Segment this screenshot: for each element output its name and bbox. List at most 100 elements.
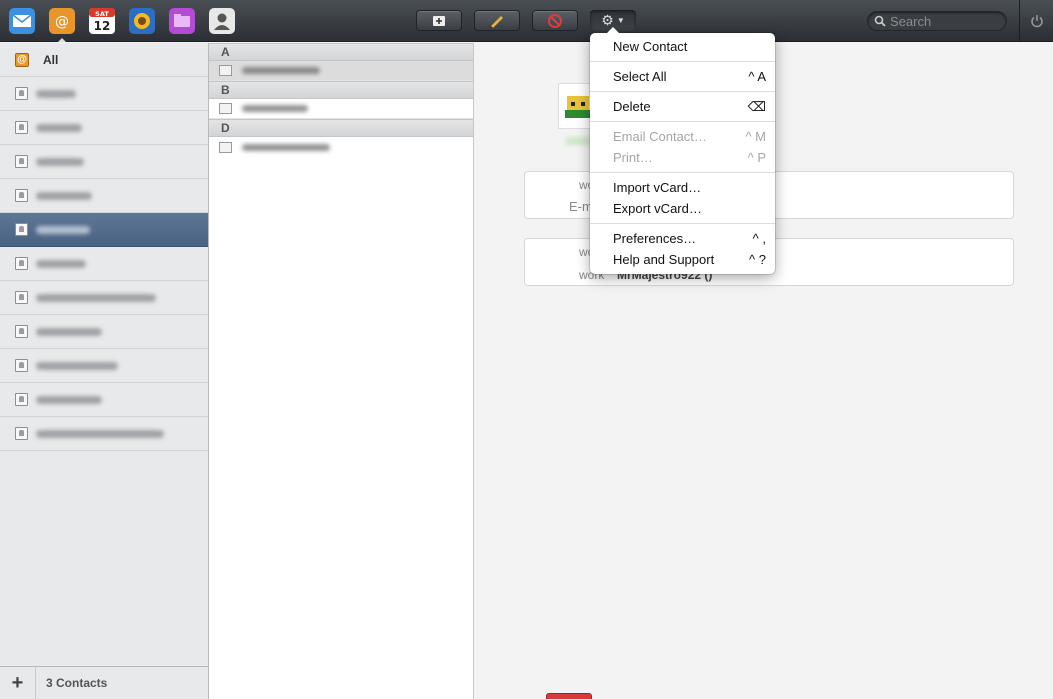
power-icon: [1030, 15, 1043, 28]
menu-separator: [590, 61, 775, 62]
group-item[interactable]: [0, 145, 208, 179]
group-item[interactable]: [0, 417, 208, 451]
svg-text:@: @: [55, 14, 69, 30]
search-field[interactable]: [867, 11, 1007, 31]
group-item[interactable]: [0, 315, 208, 349]
add-card-icon: [433, 15, 445, 26]
menu-item-shortcut: ^ P: [747, 150, 766, 165]
group-card-icon: [15, 87, 28, 100]
account-app-icon[interactable]: [209, 8, 235, 34]
menu-item-select-all[interactable]: Select All ^ A: [590, 66, 775, 87]
contact-card-icon: [219, 65, 232, 76]
group-card-icon: [15, 291, 28, 304]
group-item[interactable]: [0, 247, 208, 281]
menu-item-print[interactable]: Print… ^ P: [590, 147, 775, 168]
group-item[interactable]: [0, 179, 208, 213]
section-header: A: [209, 43, 473, 61]
menu-item-label: Delete: [613, 99, 651, 114]
calendar-day-label: SAT: [95, 10, 109, 18]
group-name-redacted: [36, 327, 102, 336]
group-card-icon: [15, 189, 28, 202]
menu-item-label: Preferences…: [613, 231, 697, 246]
photos-app-icon[interactable]: [129, 8, 155, 34]
group-name-redacted: [36, 429, 164, 438]
contact-list: A B D: [209, 43, 474, 699]
contact-name-redacted: [242, 67, 320, 74]
power-button[interactable]: [1019, 0, 1053, 42]
edit-button[interactable]: [474, 10, 520, 31]
group-item[interactable]: [0, 349, 208, 383]
groups-sidebar: @ All: [0, 43, 209, 666]
mail-app-icon[interactable]: [9, 8, 35, 34]
toolbar: @ SAT 12 ⚙ ▼: [0, 0, 1053, 42]
menu-item-label: Help and Support: [613, 252, 715, 267]
delete-button[interactable]: [532, 10, 578, 31]
section-header: B: [209, 81, 473, 99]
group-card-icon: [15, 155, 28, 168]
contact-count: 3 Contacts: [46, 676, 108, 690]
group-card-icon: [15, 359, 28, 372]
group-item[interactable]: [0, 111, 208, 145]
menu-item-email-contact[interactable]: Email Contact… ^ M: [590, 126, 775, 147]
new-contact-button[interactable]: [416, 10, 462, 31]
menu-item-label: Email Contact…: [613, 129, 707, 144]
group-all-label: All: [43, 52, 59, 67]
menu-item-help-support[interactable]: Help and Support ^ ?: [590, 249, 775, 270]
menu-separator: [590, 121, 775, 122]
contact-card-icon: [219, 103, 232, 114]
files-app-icon[interactable]: [169, 8, 195, 34]
groups-footer: + 3 Contacts: [0, 666, 209, 699]
menu-item-label: Print…: [613, 150, 653, 165]
group-item[interactable]: [0, 77, 208, 111]
contact-card-icon: [219, 141, 232, 153]
backspace-icon: ⌫: [747, 98, 766, 114]
chevron-down-icon: ▼: [616, 16, 625, 25]
group-all[interactable]: @ All: [0, 43, 208, 77]
contact-name-redacted: [242, 105, 308, 112]
group-item-selected[interactable]: [0, 213, 208, 247]
group-item[interactable]: [0, 383, 208, 417]
pencil-icon: [490, 15, 503, 28]
contact-row[interactable]: [209, 99, 473, 119]
menu-item-shortcut: ^ A: [748, 69, 766, 84]
group-name-redacted: [36, 191, 92, 200]
menu-item-preferences[interactable]: Preferences… ^ ,: [590, 228, 775, 249]
group-name-redacted: [36, 395, 102, 404]
group-card-icon: [15, 223, 28, 236]
group-card-icon: [15, 325, 28, 338]
menu-item-label: Import vCard…: [613, 180, 702, 195]
delete-tab[interactable]: [546, 693, 592, 699]
menu-item-shortcut: ^ ?: [749, 252, 766, 267]
menu-item-delete[interactable]: Delete ⌫: [590, 96, 775, 117]
menu-item-new-contact[interactable]: New Contact: [590, 36, 775, 57]
group-item[interactable]: [0, 281, 208, 315]
menu-item-export-vcard[interactable]: Export vCard…: [590, 198, 775, 219]
group-name-redacted: [36, 157, 84, 166]
menu-item-shortcut: ^ M: [745, 129, 766, 144]
contact-row-selected[interactable]: [209, 61, 473, 81]
prohibit-icon: [548, 13, 562, 28]
contact-row[interactable]: [209, 137, 473, 157]
add-group-button[interactable]: +: [0, 666, 36, 699]
group-name-redacted: [36, 123, 82, 132]
group-card-icon: [15, 427, 28, 440]
menu-separator: [590, 91, 775, 92]
menu-separator: [590, 172, 775, 173]
search-input[interactable]: [890, 13, 1000, 29]
menu-item-import-vcard[interactable]: Import vCard…: [590, 177, 775, 198]
group-card-icon: [15, 393, 28, 406]
section-header: D: [209, 119, 473, 137]
group-name-redacted: [36, 361, 118, 370]
menu-item-label: Export vCard…: [613, 201, 702, 216]
calendar-date-label: 12: [94, 19, 111, 33]
group-card-icon: [15, 257, 28, 270]
actions-menu: New Contact Select All ^ A Delete ⌫ Email …: [590, 27, 775, 274]
group-name-redacted: [36, 293, 156, 302]
group-name-redacted: [36, 89, 76, 98]
calendar-app-icon[interactable]: SAT 12: [89, 8, 115, 34]
contact-name-redacted: [242, 143, 330, 151]
menu-item-label: New Contact: [613, 39, 688, 54]
search-icon: [874, 15, 886, 27]
menu-separator: [590, 223, 775, 224]
contacts-app-icon[interactable]: @: [49, 8, 75, 42]
